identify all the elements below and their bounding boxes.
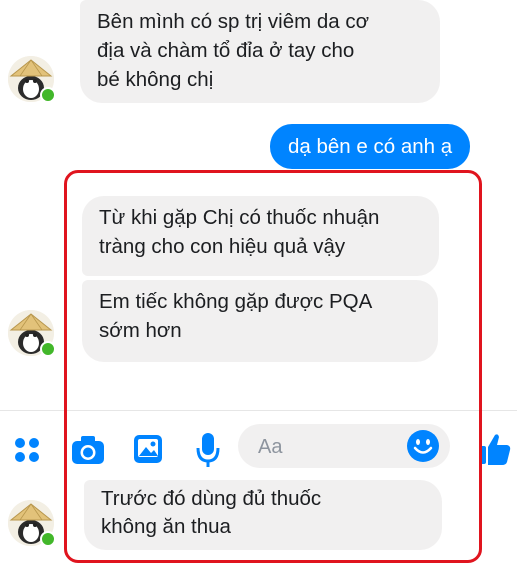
message-input-container[interactable] (238, 424, 450, 468)
voice-button[interactable] (194, 431, 222, 474)
apps-button[interactable] (12, 435, 42, 470)
camera-icon (72, 436, 104, 464)
thumbs-up-icon (479, 434, 511, 465)
contact-avatar[interactable] (8, 500, 56, 547)
message-bubble-incoming[interactable]: Em tiếc không gặp được PQA sớm hơn (82, 280, 438, 362)
online-status-dot (40, 87, 56, 103)
gallery-icon (134, 435, 162, 463)
microphone-icon (196, 433, 220, 467)
online-status-dot (40, 341, 56, 357)
camera-button[interactable] (70, 434, 106, 471)
emoji-icon (407, 430, 439, 462)
online-status-dot (40, 531, 56, 547)
message-bubble-incoming[interactable]: Từ khi gặp Chị có thuốc nhuận tràng cho … (82, 196, 439, 276)
apps-icon (15, 438, 39, 462)
gallery-button[interactable] (132, 433, 164, 470)
message-bubble-outgoing[interactable]: dạ bên e có anh ạ (270, 124, 471, 169)
emoji-button[interactable] (406, 429, 440, 468)
like-button[interactable] (476, 431, 512, 472)
contact-avatar[interactable] (8, 56, 56, 103)
message-bubble-incoming[interactable]: Trước đó dùng đủ thuốc không ăn thua (84, 480, 442, 550)
message-bubble-incoming[interactable]: Bên mình có sp trị viêm da cơ địa và chà… (80, 0, 440, 103)
message-input[interactable] (256, 432, 400, 462)
contact-avatar[interactable] (8, 310, 56, 357)
